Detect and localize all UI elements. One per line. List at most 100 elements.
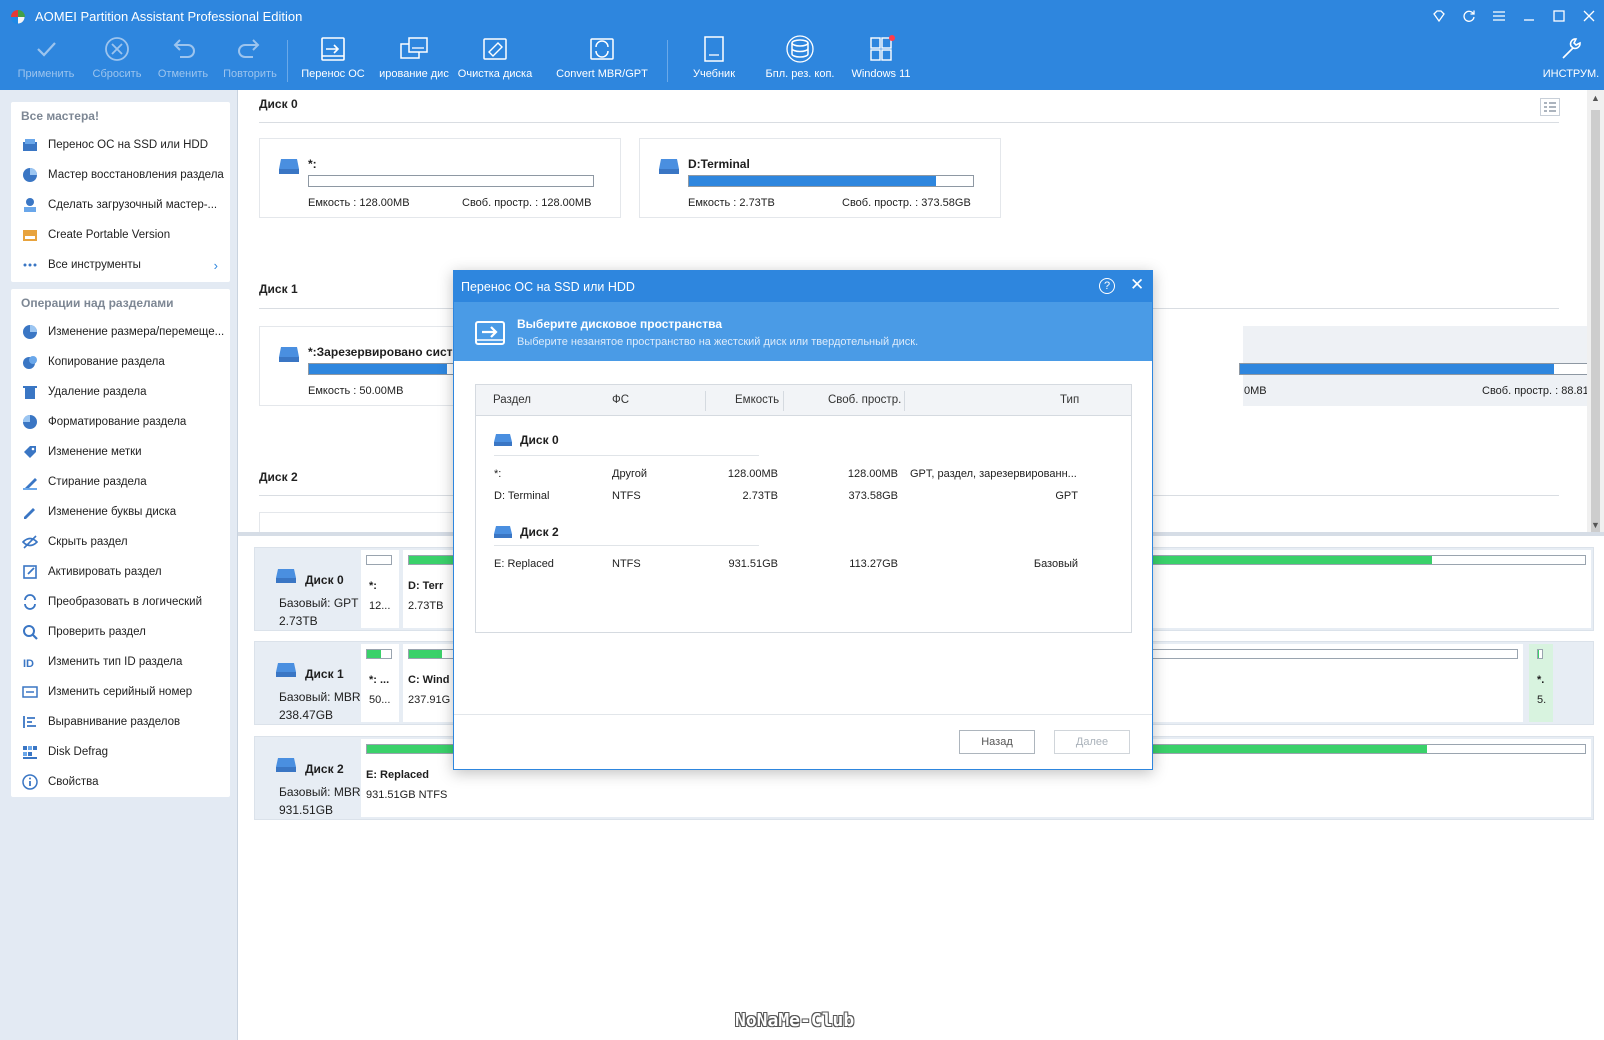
disk-icon [276, 663, 296, 677]
backup-icon [786, 35, 814, 63]
tools-button[interactable]: ИНСТРУМ. [1540, 34, 1602, 88]
partition-card-terminal[interactable]: D:Terminal Емкость : 2.73TB Своб. простр… [639, 138, 1001, 218]
disk-type: Базовый: MBR [279, 785, 361, 799]
dialog-close-icon[interactable]: ✕ [1130, 275, 1144, 295]
undo-button[interactable]: Отменить [154, 34, 212, 88]
column-header-fs[interactable]: ФС [612, 394, 629, 406]
view-toggle-button[interactable] [1540, 98, 1560, 116]
block-size: 5. [1537, 694, 1547, 706]
partition-card-c[interactable]: 0MB Своб. простр. : 88.81MB [1239, 326, 1587, 406]
sidebar-item-format[interactable]: Форматирование раздела [11, 407, 230, 437]
sidebar-item-migrate-os[interactable]: Перенос ОС на SSD или HDD [11, 130, 230, 160]
tools-label: ИНСТРУМ. [1542, 68, 1600, 80]
migrate-os-button[interactable]: Перенос ОС [300, 34, 366, 88]
sidebar-item-copy[interactable]: Копирование раздела [11, 347, 230, 377]
scrollbar-thumb[interactable] [1591, 110, 1600, 540]
scroll-down-icon[interactable]: ▼ [1591, 520, 1600, 530]
sidebar-item-wipe[interactable]: Стирание раздела [11, 467, 230, 497]
cell-free: 113.27GB [849, 558, 898, 570]
cell-type: GPT [1055, 490, 1078, 502]
group-title: Диск 0 [520, 433, 559, 447]
sidebar-item-label: Сделать загрузочный мастер-... [48, 199, 218, 211]
minimize-icon[interactable] [1518, 5, 1540, 27]
sidebar-item-resize[interactable]: Изменение размера/перемеще... [11, 317, 230, 347]
footer-divider [454, 714, 1152, 715]
sidebar-item-label: Изменить серийный номер [48, 686, 193, 698]
partition-block[interactable]: *: ... 50... [361, 644, 399, 722]
sidebar-item-id[interactable]: ID Изменить тип ID раздела [11, 647, 230, 677]
convert-icon [590, 38, 614, 60]
column-header-capacity[interactable]: Емкость [735, 394, 779, 406]
sidebar-item-serial[interactable]: Изменить серийный номер [11, 677, 230, 707]
sidebar-item-convert-logical[interactable]: Преобразовать в логический [11, 587, 230, 617]
sidebar-item-letter[interactable]: Изменение буквы диска [11, 497, 230, 527]
sidebar-item-check-partition[interactable]: Проверить раздел [11, 617, 230, 647]
recovery-icon [23, 168, 37, 182]
resize-icon [23, 325, 37, 339]
redo-button[interactable]: Повторить [219, 34, 281, 88]
align-icon [23, 716, 36, 728]
sidebar-item-delete[interactable]: Удаление раздела [11, 377, 230, 407]
discard-label: Сбросить [92, 68, 142, 80]
app-header: AOMEI Partition Assistant Professional E… [0, 0, 1604, 90]
banner-heading: Выберите дисковое пространства [517, 317, 722, 331]
sidebar-item-info[interactable]: Свойства [11, 767, 230, 797]
toolbar-separator [287, 40, 288, 82]
usage-bar [366, 649, 392, 659]
sidebar-item-align[interactable]: Выравнивание разделов [11, 707, 230, 737]
refresh-icon[interactable] [1458, 5, 1480, 27]
discard-button[interactable]: Сбросить [88, 34, 146, 88]
free-backup-button[interactable]: Бпл. рез. коп. [759, 34, 841, 88]
column-header-type[interactable]: Тип [1060, 394, 1079, 406]
tutorial-button[interactable]: Учебник [685, 34, 743, 88]
disk-wipe-button[interactable]: Очистка диска [456, 34, 534, 88]
sidebar-item-label: Проверить раздел [48, 626, 146, 638]
table-header: Раздел ФС Емкость Своб. простр. Тип [476, 385, 1131, 416]
sidebar: Все мастера! Перенос ОС на SSD или HDD М… [0, 90, 238, 1040]
disk-name: Диск 2 [305, 762, 344, 776]
disk-clone-button[interactable]: ирование дис [378, 34, 450, 88]
sidebar-item-label[interactable]: Изменение метки [11, 437, 230, 467]
hide-icon [22, 535, 38, 549]
help-icon[interactable]: ? [1099, 278, 1115, 294]
sidebar-item-all-tools[interactable]: Все инструменты › [11, 250, 230, 280]
sidebar-item-label: Мастер восстановления раздела [48, 169, 224, 181]
serial-icon [22, 686, 38, 698]
sidebar-item-defrag[interactable]: Disk Defrag [11, 737, 230, 767]
windows-11-label: Windows 11 [851, 68, 911, 80]
group-header-disk0: Диск 0 [494, 433, 559, 447]
table-row[interactable]: *: Другой 128.00MB 128.00MB GPT, раздел,… [476, 463, 1131, 485]
back-button[interactable]: Назад [959, 730, 1035, 754]
sidebar-item-label: Свойства [48, 776, 99, 788]
next-button[interactable]: Далее [1054, 730, 1130, 754]
migrate-icon [23, 139, 37, 151]
column-header-free[interactable]: Своб. простр. [828, 394, 901, 406]
scroll-up-icon[interactable]: ▲ [1591, 93, 1600, 103]
cell-fs: Другой [612, 468, 647, 480]
maximize-icon[interactable] [1548, 5, 1570, 27]
check-partition-icon [23, 625, 38, 640]
cell-type: Базовый [1033, 558, 1078, 570]
table-row[interactable]: D: Terminal NTFS 2.73TB 373.58GB GPT [476, 485, 1131, 507]
disk2-title: Диск 2 [259, 470, 298, 484]
windows-11-button[interactable]: Windows 11 [848, 34, 914, 88]
partition-block[interactable]: *. 5. [1529, 644, 1553, 722]
table-row[interactable]: E: Replaced NTFS 931.51GB 113.27GB Базов… [476, 553, 1131, 575]
apply-button[interactable]: Применить [17, 34, 75, 88]
divider [259, 122, 1559, 123]
partition-block[interactable]: *: 12... [361, 550, 399, 628]
sidebar-item-bootable-media[interactable]: Сделать загрузочный мастер-... [11, 190, 230, 220]
close-icon[interactable] [1578, 5, 1600, 27]
capacity-text: Емкость : 50.00MB [308, 385, 404, 397]
sidebar-item-partition-recovery[interactable]: Мастер восстановления раздела [11, 160, 230, 190]
menu-icon[interactable] [1488, 5, 1510, 27]
column-header-partition[interactable]: Раздел [493, 394, 531, 406]
diamond-icon[interactable] [1428, 5, 1450, 27]
sidebar-item-portable-version[interactable]: Create Portable Version [11, 220, 230, 250]
convert-mbr-gpt-button[interactable]: Convert MBR/GPT [555, 34, 649, 88]
partition-card-star[interactable]: *: Емкость : 128.00MB Своб. простр. : 12… [259, 138, 621, 218]
capacity-text: Емкость : 2.73TB [688, 197, 775, 209]
sidebar-item-activate[interactable]: Активировать раздел [11, 557, 230, 587]
sidebar-item-hide[interactable]: Скрыть раздел [11, 527, 230, 557]
vertical-scrollbar[interactable]: ▲ ▼ [1587, 90, 1604, 540]
